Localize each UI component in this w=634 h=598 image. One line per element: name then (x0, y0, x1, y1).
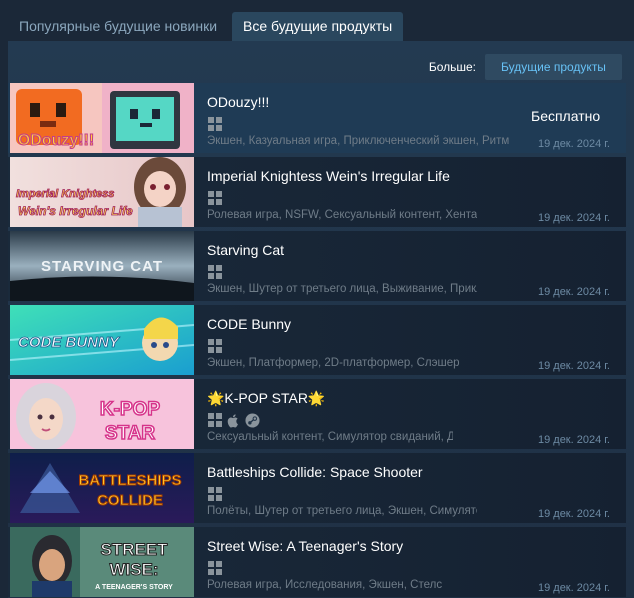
platform-icons (208, 487, 222, 501)
game-title[interactable]: Imperial Knightess Wein's Irregular Life (207, 168, 450, 184)
windows-icon (208, 265, 222, 279)
game-capsule-image: Imperial Knightess Wein's Irregular Life (10, 157, 194, 227)
game-row-code-bunny[interactable]: CODE BUNNY CODE Bunny Экшен, Платформер,… (8, 305, 626, 375)
game-tags: Сексуальный контент, Симулятор свиданий,… (207, 431, 453, 443)
release-date: 19 дек. 2024 г. (537, 286, 610, 298)
capsule-text: ODouzy!!! (18, 132, 94, 149)
game-capsule-image: K-POP STAR (10, 379, 194, 449)
upcoming-products-button[interactable]: Будущие продукты (485, 54, 622, 80)
platform-icons (208, 413, 260, 428)
svg-text:Imperial Knightess: Imperial Knightess (16, 188, 114, 200)
game-capsule-image: ODouzy!!! (10, 83, 194, 153)
release-date: 19 дек. 2024 г. (537, 582, 610, 594)
windows-icon (208, 413, 222, 427)
steam-icon (245, 413, 260, 428)
release-date: 19 дек. 2024 г. (537, 212, 610, 224)
svg-text:A TEENAGER'S STORY: A TEENAGER'S STORY (95, 584, 173, 591)
svg-text:BATTLESHIPS: BATTLESHIPS (78, 472, 181, 489)
game-title[interactable]: ODouzy!!! (207, 94, 269, 110)
game-title[interactable]: 🌟K-POP STAR🌟 (207, 390, 325, 407)
game-row-street-wise[interactable]: STREET WISE: A TEENAGER'S STORY Street W… (8, 527, 626, 597)
game-capsule-image: STREET WISE: A TEENAGER'S STORY (10, 527, 194, 597)
game-row-odouzy[interactable]: ODouzy!!! ODouzy!!! Экшен, Казуальная иг… (8, 83, 626, 153)
game-row-battleships-collide[interactable]: BATTLESHIPS COLLIDE Battleships Collide:… (8, 453, 626, 523)
platform-icons (208, 117, 222, 131)
game-tags: Ролевая игра, Исследования, Экшен, Стелс (207, 579, 443, 591)
game-title[interactable]: Battleships Collide: Space Shooter (207, 464, 423, 480)
tab-popular-upcoming[interactable]: Популярные будущие новинки (8, 12, 228, 41)
game-row-imperial-knightess[interactable]: Imperial Knightess Wein's Irregular Life… (8, 157, 626, 227)
capsule-text: STARVING CAT (41, 258, 163, 275)
platform-icons (208, 265, 222, 279)
game-tags: Ролевая игра, NSFW, Сексуальный контент,… (207, 209, 477, 221)
svg-text:STAR: STAR (105, 423, 156, 444)
platform-icons (208, 191, 222, 205)
tab-bar: Популярные будущие новинки Все будущие п… (8, 12, 404, 41)
game-tags: Полёты, Шутер от третьего лица, Экшен, С… (207, 505, 477, 517)
game-row-kpop-star[interactable]: K-POP STAR 🌟K-POP STAR🌟 Сексуальный конт… (8, 379, 626, 449)
game-capsule-image: BATTLESHIPS COLLIDE (10, 453, 194, 523)
windows-icon (208, 191, 222, 205)
game-title[interactable]: Starving Cat (207, 242, 284, 258)
release-date: 19 дек. 2024 г. (537, 138, 610, 150)
game-price: Бесплатно (531, 108, 601, 124)
svg-text:WISE:: WISE: (109, 560, 158, 579)
upcoming-panel: Больше: Будущие продукты ODouzy!!! ODouz… (8, 41, 634, 598)
svg-text:COLLIDE: COLLIDE (97, 492, 163, 509)
game-title[interactable]: CODE Bunny (207, 316, 291, 332)
platform-icons (208, 339, 222, 353)
windows-icon (208, 561, 222, 575)
more-row: Больше: Будущие продукты (429, 54, 634, 80)
svg-text:STREET: STREET (100, 540, 168, 559)
game-list: ODouzy!!! ODouzy!!! Экшен, Казуальная иг… (8, 83, 626, 598)
svg-text:K-POP: K-POP (100, 399, 161, 420)
release-date: 19 дек. 2024 г. (537, 360, 610, 372)
game-tags: Экшен, Казуальная игра, Приключенческий … (207, 135, 510, 147)
capsule-text: CODE BUNNY (18, 334, 121, 351)
game-row-starving-cat[interactable]: STARVING CAT Starving Cat Экшен, Шутер о… (8, 231, 626, 301)
platform-icons (208, 561, 222, 575)
game-tags: Экшен, Платформер, 2D-платформер, Слэшер (207, 357, 460, 369)
svg-text:Wein's Irregular Life: Wein's Irregular Life (18, 204, 133, 218)
game-tags: Экшен, Шутер от третьего лица, Выживание… (207, 283, 477, 295)
game-title[interactable]: Street Wise: A Teenager's Story (207, 538, 403, 554)
game-capsule-image: CODE BUNNY (10, 305, 194, 375)
apple-icon (227, 414, 238, 428)
more-label: Больше: (428, 60, 476, 74)
tab-all-upcoming[interactable]: Все будущие продукты (232, 12, 404, 41)
windows-icon (208, 487, 222, 501)
windows-icon (208, 339, 222, 353)
release-date: 19 дек. 2024 г. (537, 508, 610, 520)
release-date: 19 дек. 2024 г. (537, 434, 610, 446)
windows-icon (208, 117, 222, 131)
game-capsule-image: STARVING CAT (10, 231, 194, 301)
